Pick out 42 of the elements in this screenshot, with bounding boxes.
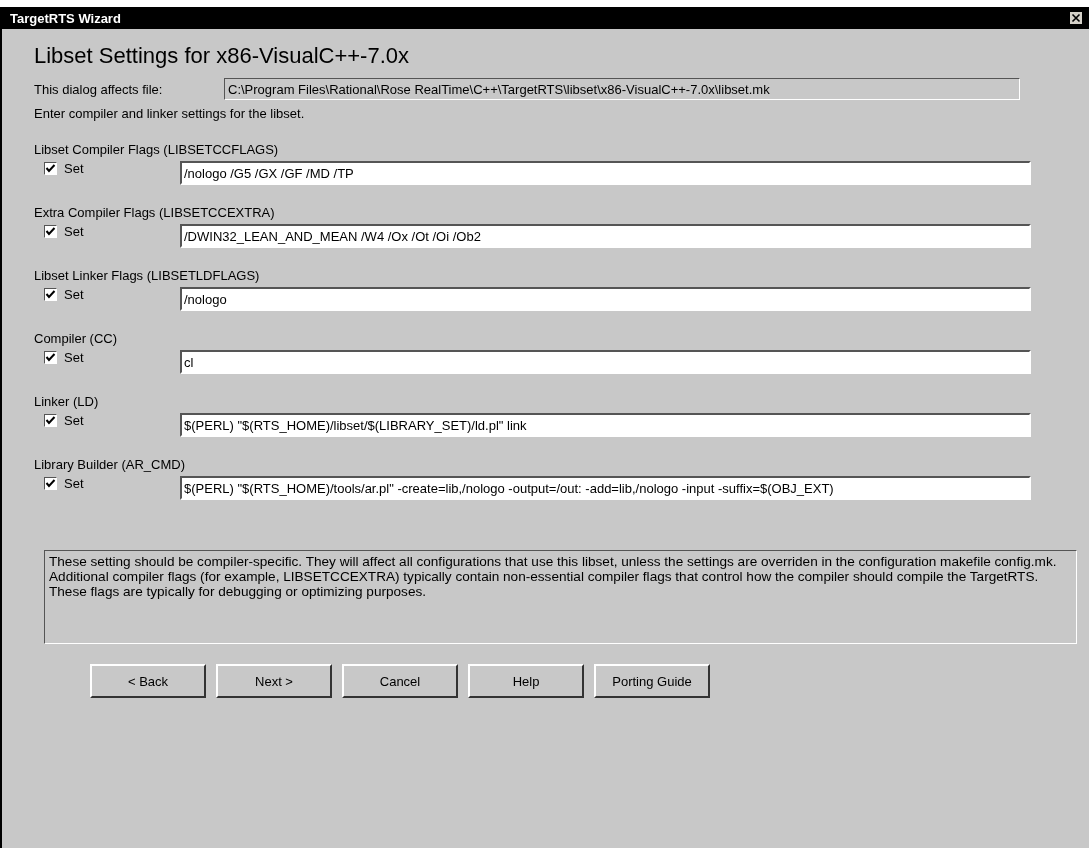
wizard-button[interactable]: Help: [468, 664, 584, 698]
checkbox[interactable]: [44, 351, 57, 364]
close-icon[interactable]: [1069, 11, 1083, 25]
setting-label: Libset Linker Flags (LIBSETLDFLAGS): [34, 268, 261, 284]
checkmark-icon: [45, 352, 56, 363]
setting-field[interactable]: /nologo: [180, 287, 1031, 311]
wizard-button[interactable]: Porting Guide: [594, 664, 710, 698]
checkbox-label[interactable]: Set: [64, 413, 84, 428]
file-path-field[interactable]: C:\Program Files\Rational\Rose RealTime\C++\TargetRTS\libset\x86-VisualC++-7.0x\libset.mk: [224, 78, 1020, 100]
checkmark-icon: [45, 478, 56, 489]
intro-text: Enter compiler and linker settings for the libset.: [34, 106, 306, 122]
checkbox-label[interactable]: Set: [64, 287, 84, 302]
checkbox[interactable]: [44, 162, 57, 175]
setting-label: Linker (LD): [34, 394, 100, 410]
wizard-button[interactable]: < Back: [90, 664, 206, 698]
checkbox-label[interactable]: Set: [64, 224, 84, 239]
checkmark-icon: [45, 415, 56, 426]
setting-label: Extra Compiler Flags (LIBSETCCEXTRA): [34, 205, 276, 221]
description-box: These setting should be compiler-specific. They will affect all configurations that use this libset, unless the settings are overriden in the configuration makefile config.mk. Additional compiler flags (for example, LIBSETCCEXTRA) typically contain non-essential compiler flags that control how the compiler should compile the TargetRTS. These flags are typically for debugging or optimizing purposes.: [44, 550, 1077, 644]
checkbox[interactable]: [44, 288, 57, 301]
setting-label: Library Builder (AR_CMD): [34, 457, 186, 473]
page-heading: Libset Settings for x86-VisualC++-7.0x: [34, 43, 411, 69]
setting-field[interactable]: $(PERL) "$(RTS_HOME)/libset/$(LIBRARY_SET)/ld.pl" link: [180, 413, 1031, 437]
checkbox-label[interactable]: Set: [64, 476, 84, 491]
wizard-button[interactable]: Cancel: [342, 664, 458, 698]
checkbox-label[interactable]: Set: [64, 350, 84, 365]
setting-field[interactable]: $(PERL) "$(RTS_HOME)/tools/ar.pl" -create=lib,/nologo -output=/out: -add=lib,/nologo -input -suffix=$(OBJ_EXT): [180, 476, 1031, 500]
file-label: This dialog affects file:: [34, 81, 164, 97]
setting-label: Libset Compiler Flags (LIBSETCCFLAGS): [34, 142, 280, 158]
checkbox[interactable]: [44, 414, 57, 427]
checkbox-label[interactable]: Set: [64, 161, 84, 176]
setting-field[interactable]: /DWIN32_LEAN_AND_MEAN /W4 /Ox /Ot /Oi /Ob2: [180, 224, 1031, 248]
window-title: TargetRTS Wizard: [10, 10, 121, 26]
setting-label: Compiler (CC): [34, 331, 119, 347]
checkbox[interactable]: [44, 225, 57, 238]
setting-field[interactable]: /nologo /G5 /GX /GF /MD /TP: [180, 161, 1031, 185]
checkmark-icon: [45, 289, 56, 300]
setting-field[interactable]: cl: [180, 350, 1031, 374]
checkmark-icon: [45, 226, 56, 237]
wizard-button[interactable]: Next >: [216, 664, 332, 698]
checkbox[interactable]: [44, 477, 57, 490]
checkmark-icon: [45, 163, 56, 174]
